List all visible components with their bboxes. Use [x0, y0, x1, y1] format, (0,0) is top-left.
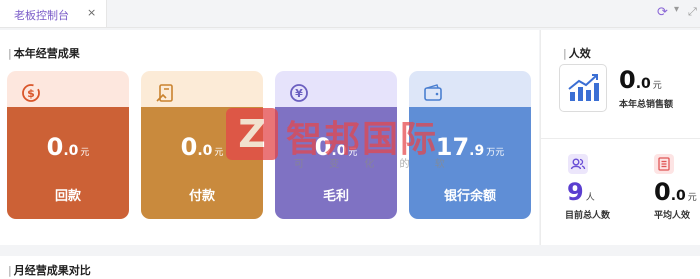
monthly-comparison-panel: | 月经营成果对比 — [0, 256, 700, 279]
trend-chart-icon — [559, 64, 607, 112]
section-title-monthly: | 月经营成果对比 — [8, 264, 91, 277]
payment-icon — [154, 82, 176, 104]
svg-text:¥: ¥ — [295, 87, 303, 100]
total-sales-value: 0.0 元 — [619, 66, 662, 94]
total-sales-label: 本年总销售额 — [619, 100, 674, 110]
avg-efficiency-value: 0.0 元 — [654, 178, 697, 206]
users-icon — [568, 154, 588, 174]
card-gross-profit[interactable]: ¥ 0.0 元 毛利 — [275, 71, 397, 219]
section-title-efficiency: | 人效 — [563, 47, 591, 60]
card-value: 17.9 万元 — [435, 133, 505, 161]
dollar-circle-icon: $ — [20, 82, 42, 104]
card-bank-balance[interactable]: 17.9 万元 银行余额 — [409, 71, 531, 219]
card-label: 付款 — [188, 189, 215, 204]
chevron-down-icon[interactable]: ▾ — [674, 4, 679, 15]
card-collection[interactable]: $ 0.0 元 回款 — [7, 71, 129, 219]
business-results-panel: |本年经营成果 $ 0.0元 回款 0.0元 付款 ¥ 0.0元 毛利 — [0, 30, 539, 245]
divider — [541, 138, 700, 139]
wallet-icon — [422, 82, 444, 104]
headcount-label: 目前总人数 — [565, 211, 611, 221]
tab-boss-console[interactable]: 老板控制台 × — [0, 0, 107, 27]
card-value: 0.0 元 — [314, 133, 358, 161]
refresh-icon[interactable]: ⟳ — [657, 5, 668, 20]
card-label: 回款 — [54, 189, 81, 204]
card-label: 毛利 — [322, 189, 349, 204]
section-title-annual: | 本年经营成果 — [8, 47, 80, 60]
card-value: 0.0 元 — [180, 133, 224, 161]
efficiency-panel: | 人效 0.0 元 本年总销售额 9人 目前总人数 0.0 元 平均人效 — [540, 30, 700, 245]
list-icon — [654, 154, 674, 174]
card-label: 银行余额 — [443, 189, 496, 204]
svg-text:$: $ — [27, 87, 35, 100]
tab-bar: 老板控制台 × ⟳ ▾ ⤢ — [0, 0, 700, 28]
card-payment[interactable]: 0.0 元 付款 — [141, 71, 263, 219]
card-value: 0.0 元 — [46, 133, 90, 161]
headcount-value: 9人 — [567, 178, 595, 206]
avg-efficiency-label: 平均人效 — [654, 211, 691, 221]
expand-icon[interactable]: ⤢ — [688, 5, 697, 19]
close-icon[interactable]: × — [87, 6, 96, 19]
tab-label: 老板控制台 — [14, 9, 69, 22]
yen-circle-icon: ¥ — [288, 82, 310, 104]
